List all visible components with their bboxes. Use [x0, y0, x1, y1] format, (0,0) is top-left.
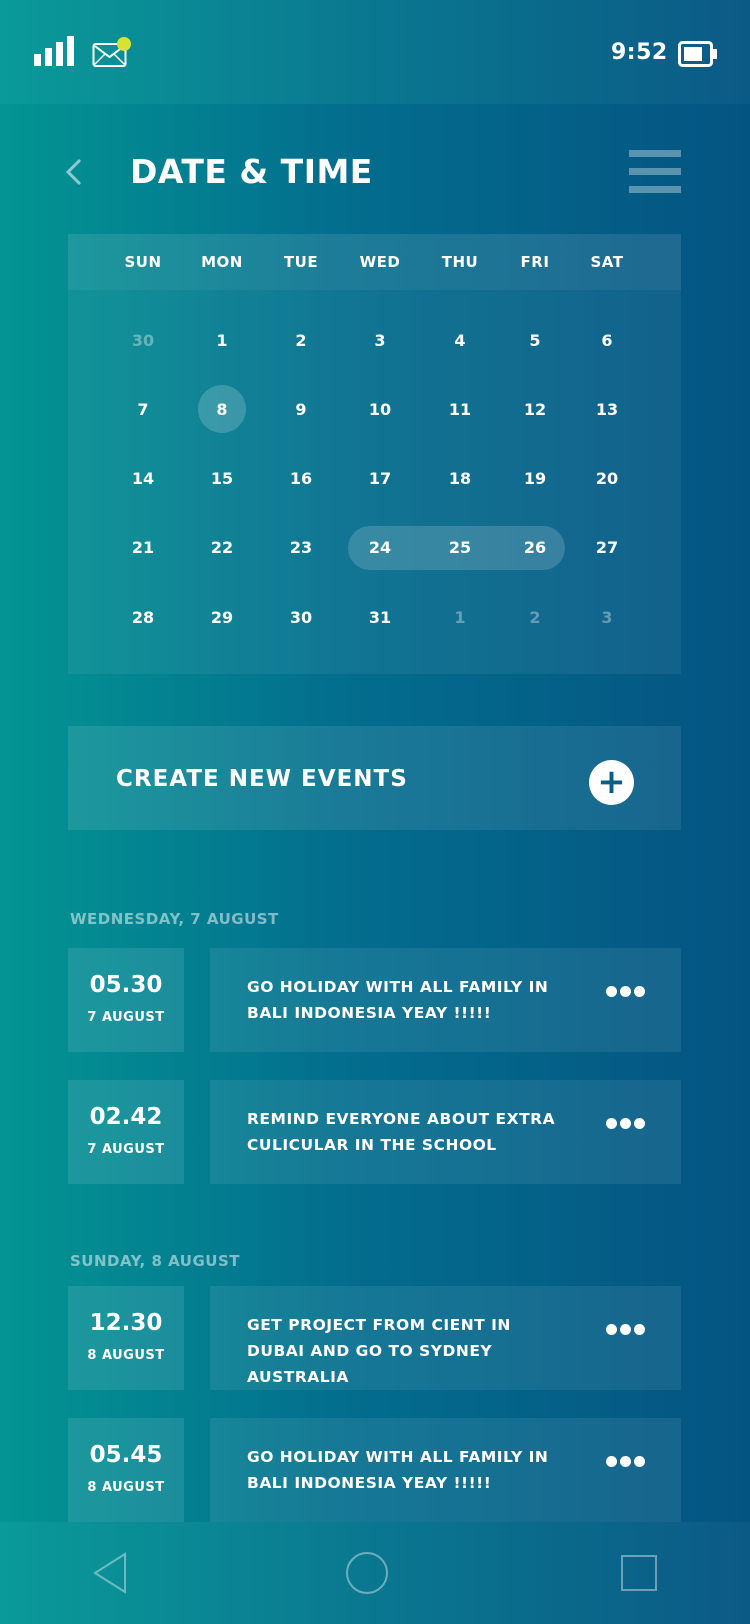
event-card[interactable]: GET PROJECT FROM CIENT IN DUBAI AND GO T… [210, 1286, 681, 1390]
calendar-day-in-range[interactable]: 25 [436, 538, 484, 557]
calendar-day[interactable]: 12 [511, 400, 559, 419]
event-time-box: 05.45 8 AUGUST [68, 1418, 184, 1522]
event-description: GO HOLIDAY WITH ALL FAMILY IN BALI INDON… [247, 978, 549, 1022]
weekday-fri: FRI [520, 253, 550, 271]
calendar-day[interactable]: 16 [277, 469, 325, 488]
weekday-sat: SAT [590, 253, 624, 271]
calendar-day[interactable]: 11 [436, 400, 484, 419]
calendar-weekday-header: SUN MON TUE WED THU FRI SAT [68, 234, 681, 290]
more-options-icon[interactable] [606, 1452, 652, 1467]
nav-recent-icon[interactable] [621, 1555, 657, 1591]
calendar-day[interactable]: 31 [356, 608, 404, 627]
signal-icon [34, 36, 74, 66]
menu-icon[interactable] [629, 150, 681, 194]
weekday-thu: THU [441, 253, 479, 271]
calendar-day[interactable]: 30 [119, 331, 167, 350]
navigation-bar [0, 1522, 750, 1624]
back-button[interactable] [62, 156, 86, 188]
weekday-wed: WED [359, 253, 401, 271]
weekday-tue: TUE [283, 253, 319, 271]
calendar-day[interactable]: 22 [198, 538, 246, 557]
section-heading: WEDNESDAY, 7 AUGUST [70, 910, 279, 928]
event-card[interactable]: GO HOLIDAY WITH ALL FAMILY IN BALI INDON… [210, 1418, 681, 1522]
plus-icon[interactable]: + [589, 760, 634, 805]
event-card[interactable]: REMIND EVERYONE ABOUT EXTRA CULICULAR IN… [210, 1080, 681, 1184]
battery-icon [678, 41, 717, 67]
calendar-day[interactable]: 5 [511, 331, 559, 350]
calendar-day[interactable]: 15 [198, 469, 246, 488]
event-description: GET PROJECT FROM CIENT IN DUBAI AND GO T… [247, 1316, 511, 1386]
calendar-day[interactable]: 21 [119, 538, 167, 557]
event-time-box: 12.30 8 AUGUST [68, 1286, 184, 1390]
calendar-day-selected[interactable]: 8 [198, 400, 246, 419]
event-date: 7 AUGUST [87, 1010, 165, 1025]
calendar-day[interactable]: 4 [436, 331, 484, 350]
mail-icon[interactable] [92, 36, 134, 68]
calendar-day[interactable]: 29 [198, 608, 246, 627]
event-date: 7 AUGUST [87, 1142, 165, 1157]
section-heading: SUNDAY, 8 AUGUST [70, 1252, 240, 1270]
calendar-day[interactable]: 28 [119, 608, 167, 627]
create-event-label: CREATE NEW EVENTS [116, 766, 408, 792]
calendar: SUN MON TUE WED THU FRI SAT 30 1 2 3 4 5… [68, 234, 681, 674]
calendar-day[interactable]: 1 [436, 608, 484, 627]
event-date: 8 AUGUST [87, 1480, 165, 1495]
nav-back-icon[interactable] [92, 1552, 128, 1594]
calendar-day[interactable]: 23 [277, 538, 325, 557]
calendar-day[interactable]: 10 [356, 400, 404, 419]
event-time-box: 05.30 7 AUGUST [68, 948, 184, 1052]
weekday-sun: SUN [124, 253, 162, 271]
clock-time: 9:52 [611, 40, 668, 65]
calendar-day[interactable]: 3 [583, 608, 631, 627]
calendar-day[interactable]: 19 [511, 469, 559, 488]
event-date: 8 AUGUST [87, 1348, 165, 1363]
event-description: REMIND EVERYONE ABOUT EXTRA CULICULAR IN… [247, 1110, 556, 1154]
event-time: 12.30 [89, 1310, 163, 1336]
event-time: 05.45 [89, 1442, 163, 1468]
page-title: Date & Time [130, 152, 373, 191]
event-card[interactable]: GO HOLIDAY WITH ALL FAMILY IN BALI INDON… [210, 948, 681, 1052]
status-bar: 9:52 [0, 0, 750, 104]
calendar-day[interactable]: 27 [583, 538, 631, 557]
calendar-day[interactable]: 1 [198, 331, 246, 350]
calendar-day[interactable]: 7 [119, 400, 167, 419]
calendar-day[interactable]: 9 [277, 400, 325, 419]
notification-dot [117, 37, 131, 51]
event-time: 05.30 [89, 972, 163, 998]
more-options-icon[interactable] [606, 982, 652, 997]
chevron-left-icon [65, 158, 82, 186]
more-options-icon[interactable] [606, 1114, 652, 1129]
calendar-day[interactable]: 14 [119, 469, 167, 488]
calendar-day[interactable]: 2 [511, 608, 559, 627]
event-time: 02.42 [89, 1104, 163, 1130]
calendar-day[interactable]: 17 [356, 469, 404, 488]
event-description: GO HOLIDAY WITH ALL FAMILY IN BALI INDON… [247, 1448, 549, 1492]
calendar-day-in-range[interactable]: 24 [356, 538, 404, 557]
calendar-day[interactable]: 13 [583, 400, 631, 419]
calendar-day-in-range[interactable]: 26 [511, 538, 559, 557]
calendar-day[interactable]: 6 [583, 331, 631, 350]
event-time-box: 02.42 7 AUGUST [68, 1080, 184, 1184]
create-event-button[interactable]: CREATE NEW EVENTS + [68, 726, 681, 830]
weekday-mon: MON [201, 253, 243, 271]
more-options-icon[interactable] [606, 1320, 652, 1335]
calendar-day[interactable]: 18 [436, 469, 484, 488]
calendar-day[interactable]: 20 [583, 469, 631, 488]
calendar-day[interactable]: 2 [277, 331, 325, 350]
calendar-day[interactable]: 3 [356, 331, 404, 350]
nav-home-icon[interactable] [346, 1552, 388, 1594]
calendar-day[interactable]: 30 [277, 608, 325, 627]
